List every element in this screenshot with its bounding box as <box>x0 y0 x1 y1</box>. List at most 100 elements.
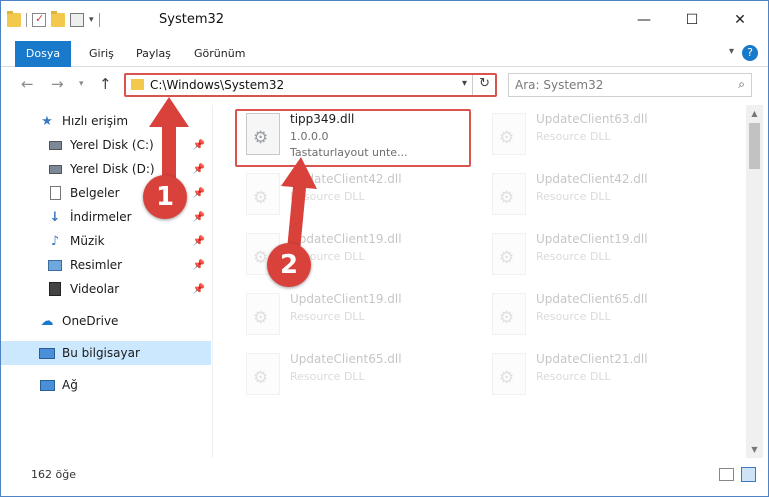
drive-icon <box>47 137 63 153</box>
file-tile[interactable]: UpdateClient63.dll Resource DLL <box>482 107 718 163</box>
tab-share[interactable]: Paylaş <box>126 41 181 67</box>
folder-icon[interactable] <box>7 11 21 27</box>
download-icon: ↓ <box>49 209 61 225</box>
pictures-icon <box>47 257 63 273</box>
file-description: Resource DLL <box>536 370 611 383</box>
sidebar-item-pictures[interactable]: Resimler 📌 <box>1 253 211 277</box>
annotation-badge-1: 1 <box>143 175 187 219</box>
sidebar-item-videos[interactable]: Videolar 📌 <box>1 277 211 301</box>
up-arrow-icon[interactable]: ↑ <box>99 75 112 93</box>
pin-icon: 📌 <box>192 235 205 247</box>
file-name: UpdateClient65.dll <box>290 352 402 366</box>
address-bar[interactable]: C:\Windows\System32 ▾ ↻ <box>124 73 497 97</box>
file-description: Resource DLL <box>536 130 611 143</box>
details-view-icon[interactable] <box>719 468 734 481</box>
sidebar-item-onedrive[interactable]: ☁ OneDrive <box>1 309 211 333</box>
pin-icon: 📌 <box>192 259 205 271</box>
dll-file-icon <box>492 353 526 395</box>
recent-locations-icon[interactable]: ▾ <box>79 79 84 89</box>
file-name: UpdateClient19.dll <box>536 232 648 246</box>
sidebar-item-label: OneDrive <box>62 314 119 328</box>
sidebar-item-label: Belgeler <box>70 186 120 200</box>
dll-file-icon <box>246 173 280 215</box>
qat-dropdown-icon[interactable]: ▾ <box>89 15 94 25</box>
file-tile[interactable]: UpdateClient19.dll Resource DLL <box>482 227 718 283</box>
separator <box>26 13 27 27</box>
title-bar: ✓ ▾ System32 — ☐ ✕ <box>1 1 768 39</box>
annotation-badge-2: 2 <box>267 243 311 287</box>
file-description: Resource DLL <box>536 310 611 323</box>
file-name: UpdateClient19.dll <box>290 292 402 306</box>
pin-icon: 📌 <box>192 163 205 175</box>
window-title: System32 <box>159 12 225 27</box>
file-tile[interactable]: UpdateClient42.dll Resource DLL <box>482 167 718 223</box>
minimize-button[interactable]: — <box>621 7 667 33</box>
new-folder-icon[interactable] <box>51 11 65 27</box>
ribbon-expand-icon[interactable]: ▾ <box>729 46 734 57</box>
chevron-down-icon[interactable]: ▾ <box>462 78 467 89</box>
sidebar-item-label: İndirmeler <box>70 210 132 224</box>
sidebar-item-label: Videolar <box>70 282 120 296</box>
file-description: Resource DLL <box>290 310 365 323</box>
document-icon <box>47 185 63 201</box>
address-path[interactable]: C:\Windows\System32 <box>150 78 284 92</box>
file-description: Resource DLL <box>536 250 611 263</box>
search-icon[interactable]: ⌕ <box>738 77 745 92</box>
sidebar-item-label: Yerel Disk (C:) <box>70 138 154 152</box>
cloud-icon: ☁ <box>40 313 54 329</box>
forward-arrow-icon[interactable]: → <box>51 75 64 93</box>
file-tile[interactable]: UpdateClient42.dll Resource DLL <box>236 167 472 223</box>
tiles-view-icon[interactable] <box>741 467 756 482</box>
view-options-icon[interactable] <box>70 13 84 27</box>
file-description: Resource DLL <box>536 190 611 203</box>
address-row: ← → ▾ ↑ C:\Windows\System32 ▾ ↻ ⌕ <box>1 69 768 101</box>
sidebar-item-label: Yerel Disk (D:) <box>70 162 155 176</box>
file-name: UpdateClient63.dll <box>536 112 648 126</box>
pin-icon: 📌 <box>192 139 205 151</box>
file-description: Resource DLL <box>290 370 365 383</box>
file-name: UpdateClient65.dll <box>536 292 648 306</box>
tab-view[interactable]: Görünüm <box>184 41 255 67</box>
properties-icon[interactable]: ✓ <box>32 12 46 27</box>
tab-home[interactable]: Giriş <box>79 41 124 67</box>
search-box[interactable]: ⌕ <box>508 73 752 97</box>
music-icon: ♪ <box>50 233 60 249</box>
dll-file-icon <box>492 113 526 155</box>
network-icon <box>39 377 55 393</box>
scroll-up-icon[interactable]: ▲ <box>746 105 763 122</box>
sidebar-item-network[interactable]: Ağ <box>1 373 211 397</box>
sidebar-item-label: Müzik <box>70 234 105 248</box>
scroll-thumb[interactable] <box>749 123 760 169</box>
file-name: UpdateClient21.dll <box>536 352 648 366</box>
refresh-icon[interactable]: ↻ <box>479 76 490 91</box>
pin-icon: 📌 <box>192 187 205 199</box>
quick-access-toolbar: ✓ ▾ <box>7 11 100 27</box>
dll-file-icon <box>492 173 526 215</box>
help-icon[interactable]: ? <box>742 45 758 61</box>
tab-file[interactable]: Dosya <box>15 41 71 67</box>
file-tile[interactable]: UpdateClient19.dll Resource DLL <box>236 287 472 343</box>
separator <box>98 13 100 27</box>
back-arrow-icon[interactable]: ← <box>21 75 34 93</box>
divider <box>472 75 473 95</box>
dll-file-icon <box>492 233 526 275</box>
ribbon-tabs: Dosya Giriş Paylaş Görünüm ▾ ? <box>1 41 768 67</box>
status-bar: 162 öğe <box>1 463 768 487</box>
scroll-down-icon[interactable]: ▼ <box>746 441 763 458</box>
star-icon: ★ <box>41 113 53 129</box>
sidebar-item-this-pc[interactable]: Bu bilgisayar <box>1 341 211 365</box>
file-tile[interactable]: UpdateClient65.dll Resource DLL <box>236 347 472 403</box>
sidebar-item-music[interactable]: ♪ Müzik 📌 <box>1 229 211 253</box>
explorer-window: ✓ ▾ System32 — ☐ ✕ Dosya Giriş Paylaş Gö… <box>0 0 769 497</box>
file-tile[interactable]: UpdateClient21.dll Resource DLL <box>482 347 718 403</box>
sidebar-item-label: Hızlı erişim <box>62 114 129 128</box>
file-tile[interactable]: UpdateClient65.dll Resource DLL <box>482 287 718 343</box>
close-button[interactable]: ✕ <box>717 7 763 33</box>
drive-icon <box>47 161 63 177</box>
search-input[interactable] <box>515 77 715 93</box>
maximize-button[interactable]: ☐ <box>669 7 715 33</box>
vertical-scrollbar[interactable]: ▲ ▼ <box>746 105 763 458</box>
dll-file-icon <box>246 353 280 395</box>
pin-icon: 📌 <box>192 211 205 223</box>
item-count: 162 öğe <box>31 468 76 481</box>
